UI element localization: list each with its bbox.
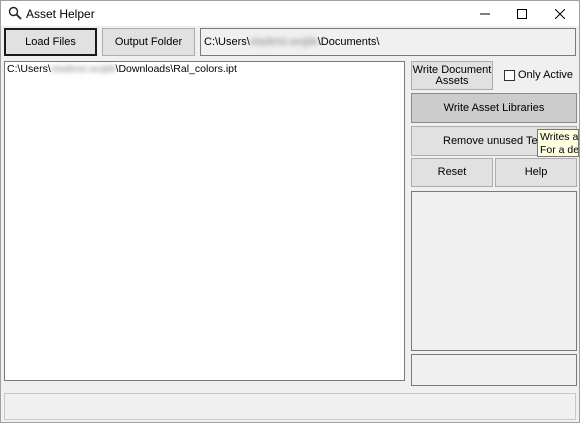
file-path-suffix: \Downloads\Ral_colors.ipt	[115, 63, 237, 75]
close-icon	[555, 8, 565, 19]
write-document-assets-label-2: Assets	[435, 74, 469, 87]
load-files-button[interactable]: Load Files	[4, 28, 97, 56]
output-path-field[interactable]: C:\Users\ vladimir.wojtik \Documents\	[200, 28, 576, 56]
title-bar[interactable]: Asset Helper	[1, 1, 579, 26]
output-folder-label: Output Folder	[114, 35, 183, 48]
window-title: Asset Helper	[26, 7, 95, 21]
output-path-suffix: \Documents\	[317, 36, 380, 48]
file-list[interactable]: C:\Users\vladimir.wojtik\Downloads\Ral_c…	[4, 61, 405, 381]
close-button[interactable]	[541, 1, 579, 26]
help-button[interactable]: Help	[495, 158, 577, 187]
write-asset-libraries-button[interactable]: Write Asset Libraries	[411, 93, 577, 123]
maximize-button[interactable]	[503, 1, 541, 26]
file-path-prefix: C:\Users\	[7, 63, 51, 75]
maximize-icon	[517, 8, 527, 19]
output-path-prefix: C:\Users\	[204, 36, 250, 48]
output-path-user: vladimir.wojtik	[249, 36, 318, 48]
write-document-assets-label-1: Write Document	[412, 63, 492, 76]
file-path-user: vladimir.wojtik	[50, 63, 116, 75]
write-asset-libraries-label: Write Asset Libraries	[443, 101, 545, 114]
tooltip: Writes all For a defin	[537, 129, 579, 157]
help-label: Help	[524, 166, 548, 178]
write-document-assets-button[interactable]: Write Document Assets	[411, 61, 493, 90]
minimize-icon	[480, 13, 490, 14]
reset-label: Reset	[437, 166, 467, 178]
only-active-checkbox[interactable]: Only Active	[504, 69, 573, 81]
load-files-label: Load Files	[25, 35, 76, 48]
app-window: Asset Helper Load Files Output Folder C:…	[0, 0, 580, 423]
status-bar	[4, 393, 576, 420]
only-active-label: Only Active	[518, 69, 574, 81]
list-item[interactable]: C:\Users\vladimir.wojtik\Downloads\Ral_c…	[5, 62, 404, 75]
output-folder-button[interactable]: Output Folder	[102, 28, 195, 56]
checkbox-box[interactable]	[504, 69, 515, 81]
magnifier-icon	[8, 6, 22, 20]
info-panel	[411, 191, 577, 351]
minimize-button[interactable]	[466, 1, 504, 26]
tooltip-line-1: Writes all	[540, 131, 579, 143]
reset-button[interactable]: Reset	[411, 158, 493, 187]
tooltip-line-2: For a defin	[540, 144, 579, 156]
progress-panel	[411, 354, 577, 386]
